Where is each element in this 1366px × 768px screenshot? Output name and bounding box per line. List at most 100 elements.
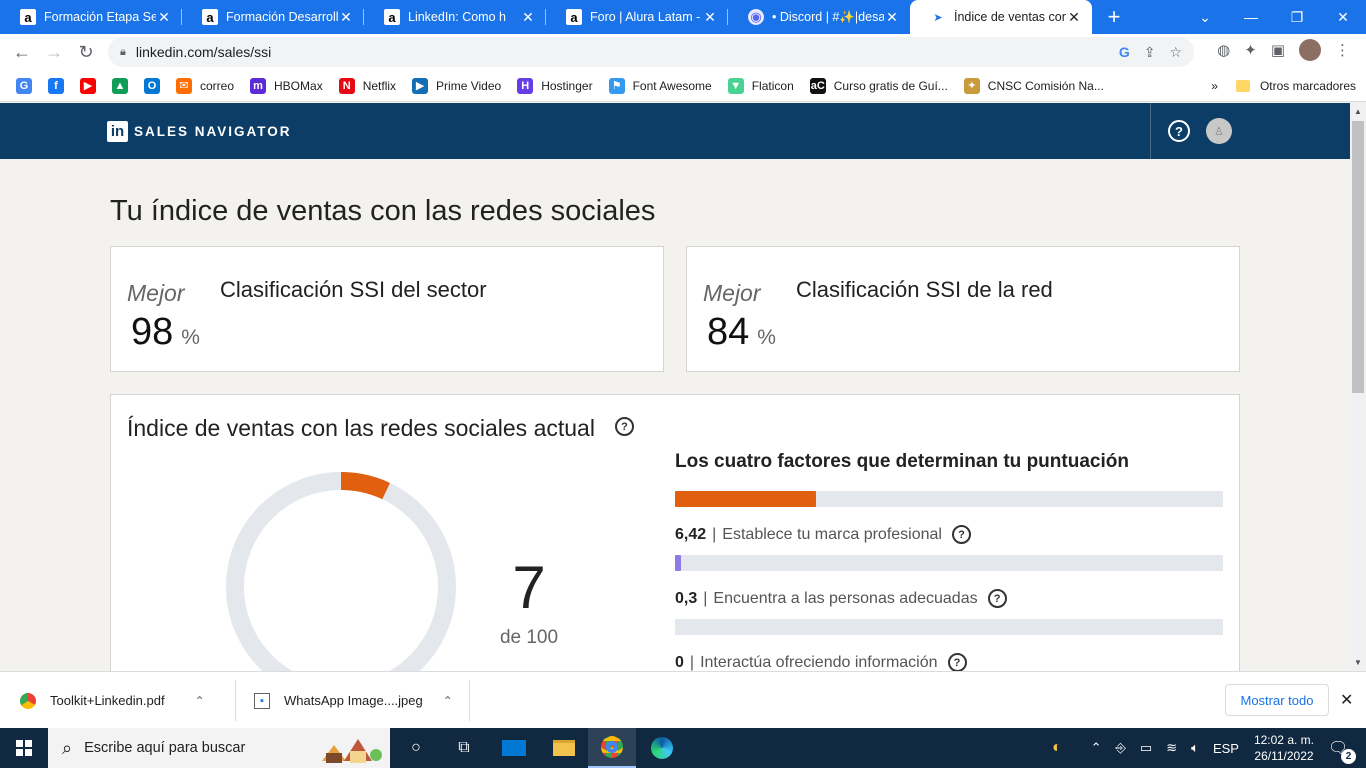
rank-tier: Mejor	[127, 280, 185, 306]
cortana-icon[interactable]: ○	[392, 728, 440, 768]
bookmark-label: Hostinger	[541, 78, 593, 93]
browser-tab-active[interactable]: ➤ Índice de ventas con l ✕	[910, 0, 1092, 34]
menu-kebab-icon[interactable]: ⋮	[1335, 41, 1350, 59]
browser-tab[interactable]: a Foro | Alura Latam - C ✕	[546, 0, 728, 34]
url-text[interactable]: linkedin.com/sales/ssi	[136, 44, 1119, 60]
wifi-icon[interactable]: ≋	[1166, 740, 1177, 756]
clock[interactable]: 12:02 a. m. 26/11/2022	[1254, 732, 1314, 764]
rank-label: Clasificación SSI del sector	[220, 277, 487, 302]
bookmark-item[interactable]: ⚑ Font Awesome	[608, 77, 712, 94]
minimize-icon[interactable]: —	[1228, 0, 1274, 34]
help-icon[interactable]: ?	[615, 417, 634, 436]
alura-icon: a	[566, 9, 582, 25]
reload-icon[interactable]: ↻	[70, 36, 102, 68]
side-panel-icon[interactable]: ▣	[1271, 41, 1285, 59]
download-item[interactable]: Toolkit+Linkedin.pdf ⌃	[20, 672, 236, 729]
sales-navigator-logo[interactable]: in SALES NAVIGATOR	[107, 121, 292, 142]
extension-globe-icon[interactable]: ◍	[1217, 41, 1230, 59]
chrome-taskbar-icon[interactable]	[588, 728, 636, 768]
task-view-icon[interactable]: ⧉	[440, 728, 488, 768]
rank-unit: %	[181, 326, 200, 349]
scroll-down-icon[interactable]: ▼	[1350, 658, 1366, 667]
bookmark-item[interactable]: G	[16, 77, 32, 94]
volume-icon[interactable]: 🔈︎	[1191, 740, 1199, 756]
close-icon[interactable]: ✕	[1340, 690, 1353, 710]
chevron-up-icon[interactable]: ⌃	[443, 694, 453, 708]
bookmark-item[interactable]: ▲	[112, 77, 128, 94]
extensions-puzzle-icon[interactable]: ✦	[1244, 41, 1257, 59]
help-icon[interactable]: ?	[1168, 120, 1190, 142]
close-icon[interactable]: ✕	[702, 9, 718, 26]
more-bookmarks-icon[interactable]: »	[1211, 79, 1218, 93]
browser-tab[interactable]: a Formación Desarrollo ✕	[182, 0, 364, 34]
factor-value: 0	[675, 653, 684, 671]
bookmark-item[interactable]: ▼ Flaticon	[727, 77, 794, 94]
close-icon[interactable]: ✕	[520, 9, 536, 26]
battery-icon[interactable]: ▭	[1140, 740, 1152, 756]
bookmark-item[interactable]: m HBOMax	[250, 77, 323, 94]
bookmark-item[interactable]: ✉ correo	[176, 77, 234, 94]
bookmark-item[interactable]: ▶ Prime Video	[412, 77, 501, 94]
drive-icon: ▲	[112, 77, 128, 94]
download-item[interactable]: ▪ WhatsApp Image....jpeg ⌃	[254, 672, 470, 729]
linkedin-icon: in	[107, 121, 128, 142]
browser-tab[interactable]: ◉ • Discord | #✨|desar ✕	[728, 0, 910, 34]
close-icon[interactable]: ✕	[338, 9, 354, 26]
rank-label: Clasificación SSI de la red	[796, 277, 1053, 302]
tab-search-icon[interactable]: ⌄	[1182, 0, 1228, 34]
restore-icon[interactable]: ❐	[1274, 0, 1320, 34]
bookmark-item[interactable]: ▶	[80, 77, 96, 94]
browser-tab[interactable]: a LinkedIn: Como h ✕	[364, 0, 546, 34]
profile-avatar[interactable]	[1299, 39, 1321, 61]
file-explorer-icon[interactable]	[540, 728, 588, 768]
bookmark-item[interactable]: f	[48, 77, 64, 94]
new-tab-button[interactable]: +	[1092, 0, 1136, 34]
close-icon[interactable]: ✕	[156, 9, 172, 26]
help-icon[interactable]: ?	[951, 525, 971, 544]
help-icon[interactable]: ?	[987, 589, 1007, 608]
factors-title: Los cuatro factores que determinan tu pu…	[675, 451, 1129, 472]
start-button[interactable]	[0, 728, 48, 768]
weather-icon[interactable]: ◐	[1052, 739, 1062, 757]
taskbar-search[interactable]: ⌕ Escribe aquí para buscar	[48, 728, 390, 768]
windows-icon	[16, 740, 32, 756]
flag-icon: ⚑	[608, 77, 625, 94]
file-icon: ▪	[254, 692, 270, 709]
lock-icon[interactable]: 🔒︎	[120, 46, 126, 59]
notifications-icon[interactable]: 🗨︎ 2	[1328, 738, 1356, 764]
help-icon[interactable]: ?	[947, 653, 967, 671]
factor-bar-fill	[675, 555, 681, 571]
user-avatar[interactable]: ♙	[1206, 118, 1232, 144]
bookmark-item[interactable]: O	[144, 77, 160, 94]
close-icon[interactable]: ✕	[1066, 9, 1082, 26]
page-scrollbar[interactable]: ▲ ▼	[1350, 103, 1366, 671]
show-all-button[interactable]: Mostrar todo	[1225, 684, 1329, 716]
scroll-up-icon[interactable]: ▲	[1350, 107, 1366, 116]
bookmark-item[interactable]: aC Curso gratis de Guí...	[809, 77, 948, 94]
close-icon[interactable]: ✕	[884, 9, 900, 26]
mail-icon[interactable]	[490, 728, 538, 768]
current-ssi-title: Índice de ventas con las redes sociales …	[127, 415, 595, 441]
search-placeholder: Escribe aquí para buscar	[84, 740, 246, 756]
language-indicator[interactable]: ESP	[1213, 741, 1239, 756]
ssi-gauge	[226, 472, 456, 671]
bookmark-item[interactable]: ✦ CNSC Comisión Na...	[963, 77, 1104, 94]
share-icon[interactable]: ⇪	[1144, 44, 1156, 61]
scrollbar-thumb[interactable]	[1352, 121, 1364, 393]
chevron-up-icon[interactable]: ⌃	[1091, 740, 1102, 756]
back-icon[interactable]: ←	[6, 36, 38, 68]
edge-icon[interactable]	[638, 728, 686, 768]
factor-value: 6,42	[675, 525, 707, 543]
bookmark-item[interactable]: H Hostinger	[517, 77, 593, 94]
window-close-icon[interactable]: ✕	[1320, 0, 1366, 34]
forward-icon[interactable]: →	[38, 36, 70, 68]
extensions-area: ◍ ✦ ▣ ⋮	[1217, 39, 1350, 61]
usb-icon[interactable]: ⎆	[1116, 740, 1126, 756]
address-bar[interactable]: 🔒︎ linkedin.com/sales/ssi G ⇪ ☆	[108, 37, 1194, 67]
google-lens-icon[interactable]: G	[1119, 44, 1130, 61]
other-bookmarks[interactable]: Otros marcadores	[1260, 79, 1356, 93]
bookmark-item[interactable]: N Netflix	[338, 77, 396, 94]
browser-tab[interactable]: a Formación Etapa Selec ✕	[0, 0, 182, 34]
chevron-up-icon[interactable]: ⌃	[195, 694, 205, 708]
bookmark-star-icon[interactable]: ☆	[1169, 44, 1182, 61]
